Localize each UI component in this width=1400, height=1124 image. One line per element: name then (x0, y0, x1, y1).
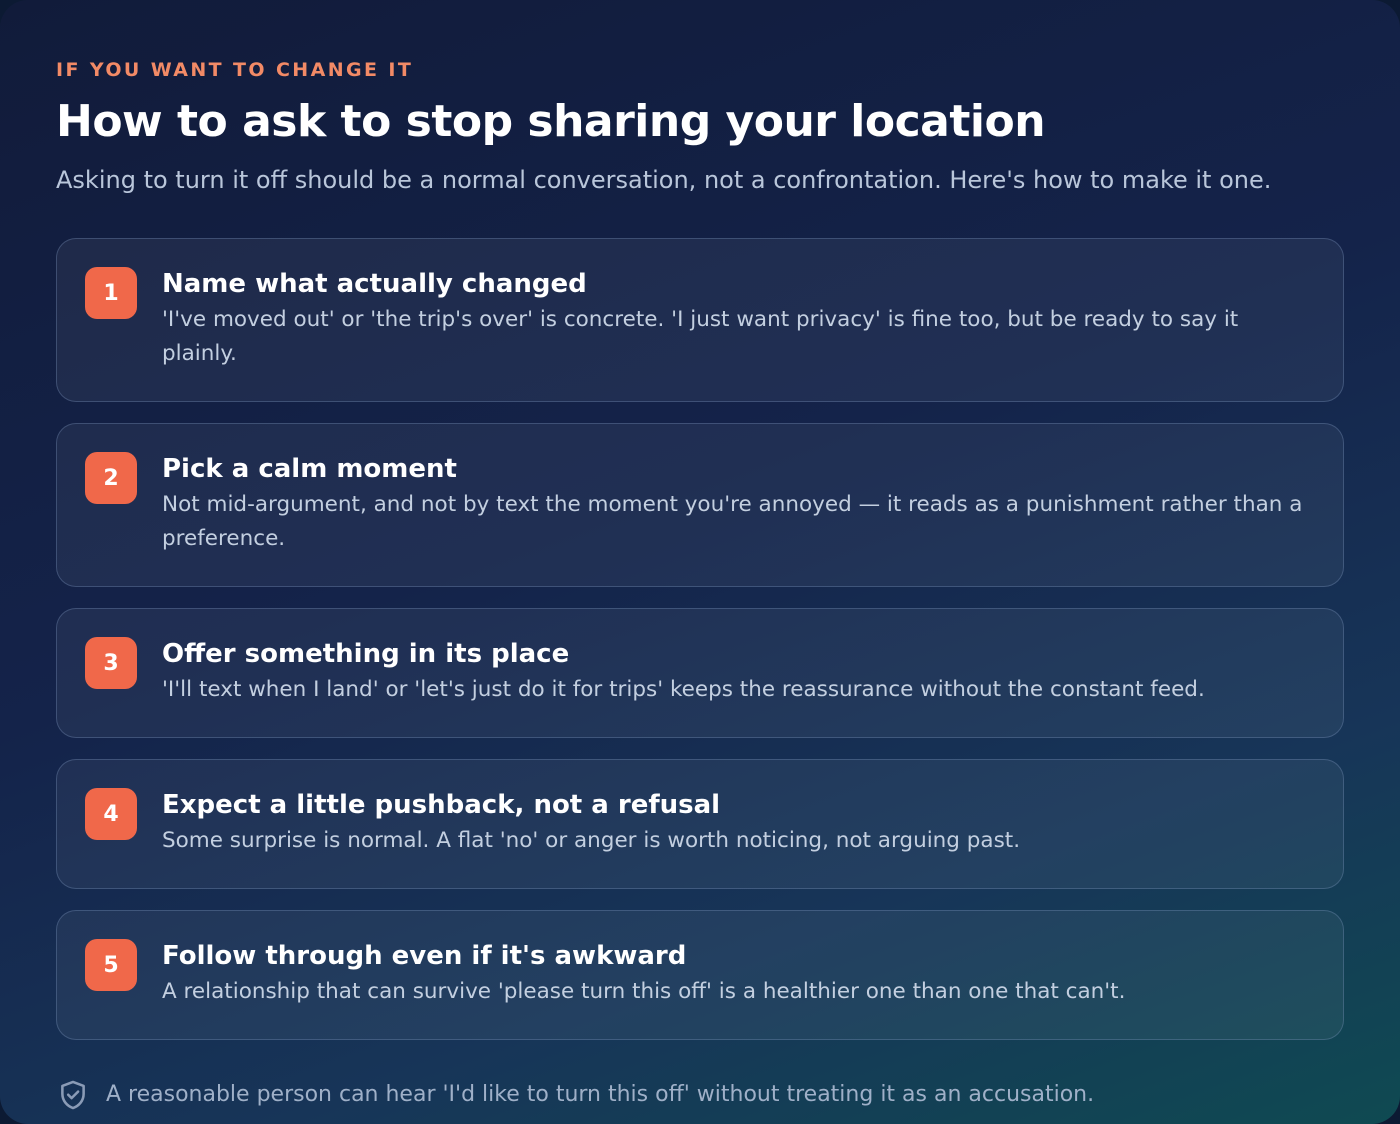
step-card-4: 4 Expect a little pushback, not a refusa… (56, 759, 1344, 889)
page-subtitle: Asking to turn it off should be a normal… (56, 166, 1272, 194)
shield-check-icon (61, 1080, 85, 1110)
step-number-badge: 2 (85, 452, 137, 504)
step-title: Follow through even if it's awkward (162, 941, 687, 971)
step-body: Follow through even if it's awkward A re… (162, 939, 1315, 1009)
step-body: Pick a calm moment Not mid-argument, and… (162, 452, 1315, 556)
step-description: Some surprise is normal. A flat 'no' or … (162, 828, 1021, 853)
step-card-1: 1 Name what actually changed 'I've moved… (56, 238, 1344, 402)
guide-card: IF YOU WANT TO CHANGE IT How to ask to s… (0, 0, 1400, 1124)
eyebrow-label: IF YOU WANT TO CHANGE IT (56, 59, 414, 81)
step-description: A relationship that can survive 'please … (162, 979, 1126, 1004)
step-body: Expect a little pushback, not a refusal … (162, 788, 1315, 858)
footer-text: A reasonable person can hear 'I'd like t… (106, 1082, 1095, 1107)
step-card-2: 2 Pick a calm moment Not mid-argument, a… (56, 423, 1344, 587)
step-title: Name what actually changed (162, 269, 587, 299)
step-card-5: 5 Follow through even if it's awkward A … (56, 910, 1344, 1040)
steps-list: 1 Name what actually changed 'I've moved… (56, 238, 1344, 1040)
step-number-badge: 3 (85, 637, 137, 689)
step-body: Offer something in its place 'I'll text … (162, 637, 1315, 707)
step-description: Not mid-argument, and not by text the mo… (162, 492, 1303, 551)
step-number-badge: 1 (85, 267, 137, 319)
step-card-3: 3 Offer something in its place 'I'll tex… (56, 608, 1344, 738)
step-title: Pick a calm moment (162, 454, 457, 484)
step-description: 'I'll text when I land' or 'let's just d… (162, 677, 1205, 702)
page-title: How to ask to stop sharing your location (56, 96, 1046, 147)
step-title: Offer something in its place (162, 639, 570, 669)
step-body: Name what actually changed 'I've moved o… (162, 267, 1315, 371)
step-description: 'I've moved out' or 'the trip's over' is… (162, 307, 1239, 366)
footer-note: A reasonable person can hear 'I'd like t… (56, 1078, 1344, 1112)
step-title: Expect a little pushback, not a refusal (162, 790, 721, 820)
step-number-badge: 4 (85, 788, 137, 840)
step-number-badge: 5 (85, 939, 137, 991)
